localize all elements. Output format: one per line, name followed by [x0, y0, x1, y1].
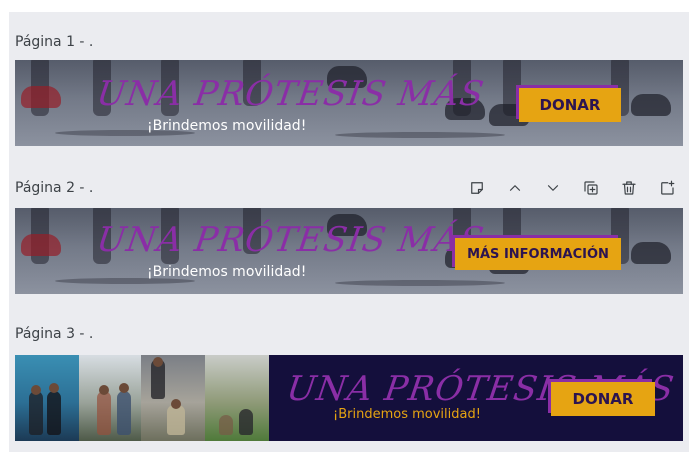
banner-title: UNA PRÓTESIS MÁS [94, 220, 487, 260]
banner-page-1[interactable]: UNA PRÓTESIS MÁS ¡Brindemos movilidad! D… [15, 60, 683, 146]
banner-title: UNA PRÓTESIS MÁS [94, 74, 487, 114]
banner-subtitle: ¡Brindemos movilidad! [333, 407, 481, 422]
banner-subtitle: ¡Brindemos movilidad! [147, 264, 307, 280]
banner-page-2[interactable]: UNA PRÓTESIS MÁS ¡Brindemos movilidad! M… [15, 208, 683, 294]
photo-collage-2 [79, 355, 141, 441]
add-page-icon[interactable] [655, 176, 679, 200]
banner-page-3[interactable]: UNA PRÓTESIS MÁS ¡Brindemos movilidad! D… [15, 355, 683, 441]
page-label[interactable]: Página 1 - . [15, 30, 93, 54]
page-toolbar [465, 176, 679, 200]
more-info-button[interactable]: MÁS INFORMACIÓN [455, 238, 621, 270]
canvas-area: Página 1 - . UNA PRÓTESIS MÁS ¡Brindemos… [9, 12, 689, 452]
page-3: Página 3 - . UNA PRÓTESIS MÁS ¡Brindemos… [15, 322, 683, 446]
donate-button[interactable]: DONAR [551, 382, 655, 416]
photo-collage-3 [141, 355, 205, 441]
page-2: Página 2 - . UNA PRÓTESIS MÁS ¡Brindemos… [15, 174, 683, 298]
page-label[interactable]: Página 2 - . [15, 176, 93, 200]
photo-collage-4 [205, 355, 269, 441]
page-1: Página 1 - . UNA PRÓTESIS MÁS ¡Brindemos… [15, 30, 683, 150]
add-note-icon[interactable] [465, 176, 489, 200]
move-up-icon[interactable] [503, 176, 527, 200]
donate-button[interactable]: DONAR [519, 88, 621, 122]
banner-subtitle: ¡Brindemos movilidad! [147, 118, 307, 134]
photo-collage-1 [15, 355, 79, 441]
duplicate-page-icon[interactable] [579, 176, 603, 200]
delete-page-icon[interactable] [617, 176, 641, 200]
page-label[interactable]: Página 3 - . [15, 322, 93, 346]
move-down-icon[interactable] [541, 176, 565, 200]
